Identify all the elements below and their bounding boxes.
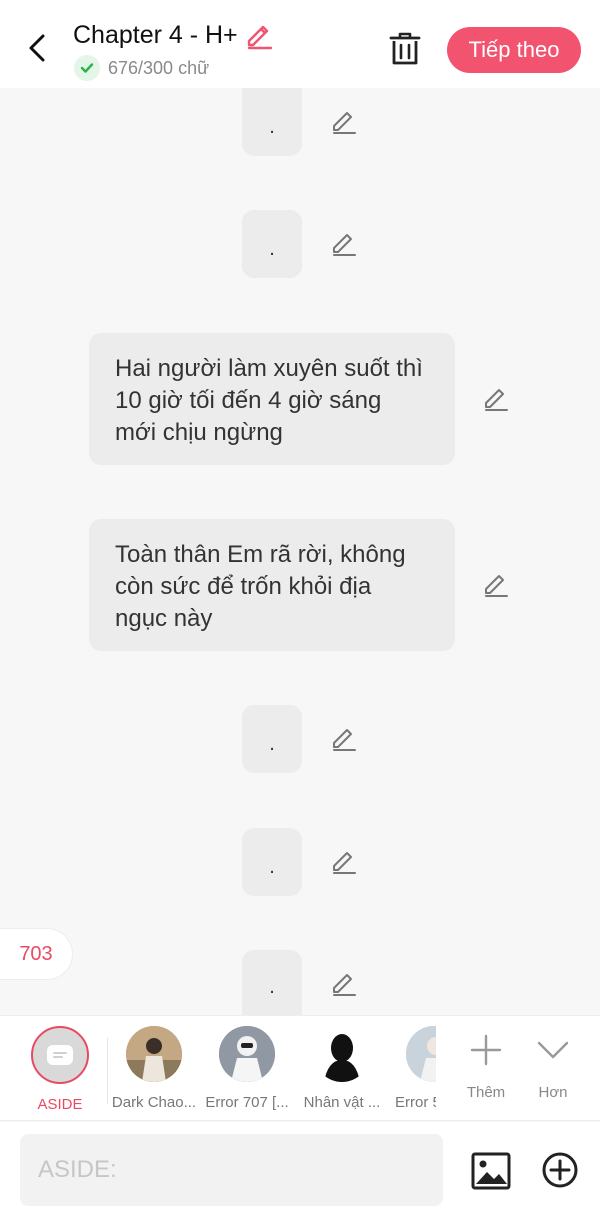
pencil-icon xyxy=(333,852,356,874)
edit-message-button[interactable] xyxy=(482,385,510,413)
message-bubble[interactable]: Hai người làm xuyên suốt thì 10 giờ tối … xyxy=(89,333,455,465)
character-error-5[interactable]: Error 5 xyxy=(386,1026,436,1111)
aside-avatar xyxy=(31,1026,89,1084)
character-label: Nhân vật ... xyxy=(303,1094,381,1111)
plus-circle-icon xyxy=(542,1152,578,1188)
message-bubble[interactable]: Toàn thân Em rã rời, không còn sức để tr… xyxy=(89,519,455,651)
avatar xyxy=(406,1026,436,1082)
check-icon xyxy=(74,55,100,81)
word-count-row: 676/300 chữ xyxy=(74,55,209,81)
word-count: 676/300 chữ xyxy=(108,57,210,78)
character-label: Error 5 xyxy=(395,1094,436,1111)
pencil-icon xyxy=(333,112,356,134)
character-nhan-vat[interactable]: Nhân vật ... xyxy=(296,1026,388,1111)
edit-message-button[interactable] xyxy=(330,230,358,258)
back-button[interactable] xyxy=(22,30,52,66)
pencil-icon xyxy=(485,389,508,411)
avatar xyxy=(314,1026,370,1082)
top-bar: Chapter 4 - H+ 676/300 chữ Tiếp theo xyxy=(0,0,600,88)
character-selector: ASIDE Dark Chao... Error 707 [... Nhân v… xyxy=(0,1015,600,1121)
add-label: Thêm xyxy=(466,1084,506,1101)
message-input[interactable] xyxy=(20,1134,443,1206)
message-bubble[interactable]: . xyxy=(242,705,302,773)
character-label: Dark Chao... xyxy=(111,1094,197,1111)
character-dark-chao[interactable]: Dark Chao... xyxy=(108,1026,200,1111)
chevron-left-icon xyxy=(29,34,45,62)
edit-message-button[interactable] xyxy=(330,848,358,876)
add-character-button[interactable]: Thêm xyxy=(456,1030,516,1101)
image-icon xyxy=(471,1152,511,1190)
chapter-title-row: Chapter 4 - H+ xyxy=(73,20,274,50)
message-bubble[interactable]: . xyxy=(242,828,302,896)
trash-icon xyxy=(389,32,421,65)
character-error-707[interactable]: Error 707 [... xyxy=(201,1026,293,1111)
more-label: Hơn xyxy=(538,1084,568,1101)
edit-message-button[interactable] xyxy=(330,108,358,136)
message-count-badge[interactable]: 703 xyxy=(0,928,73,980)
pencil-icon xyxy=(333,234,356,256)
edit-message-button[interactable] xyxy=(482,571,510,599)
pencil-icon xyxy=(333,974,356,996)
avatar xyxy=(126,1026,182,1082)
next-button[interactable]: Tiếp theo xyxy=(447,27,581,73)
more-characters-button[interactable]: Hơn xyxy=(523,1030,583,1101)
message-bubble[interactable]: . xyxy=(242,210,302,278)
insert-image-button[interactable] xyxy=(470,1150,512,1192)
character-label: Error 707 [... xyxy=(205,1094,289,1111)
pencil-icon xyxy=(247,25,272,50)
plus-icon xyxy=(470,1034,502,1066)
delete-button[interactable] xyxy=(386,30,424,68)
add-content-button[interactable] xyxy=(540,1150,580,1190)
chapter-title: Chapter 4 - H+ xyxy=(73,20,238,49)
message-bubble[interactable]: . xyxy=(242,88,302,156)
edit-message-button[interactable] xyxy=(330,725,358,753)
chevron-down-icon xyxy=(537,1041,569,1059)
composer-bar xyxy=(0,1122,600,1218)
pencil-icon xyxy=(333,729,356,751)
pencil-icon xyxy=(485,575,508,597)
character-label: ASIDE xyxy=(37,1096,83,1113)
edit-title-button[interactable] xyxy=(244,20,274,50)
message-bubble[interactable]: . xyxy=(242,950,302,1015)
chat-bubble-icon xyxy=(47,1045,73,1065)
character-aside[interactable]: ASIDE xyxy=(14,1026,106,1113)
edit-message-button[interactable] xyxy=(330,970,358,998)
avatar xyxy=(219,1026,275,1082)
